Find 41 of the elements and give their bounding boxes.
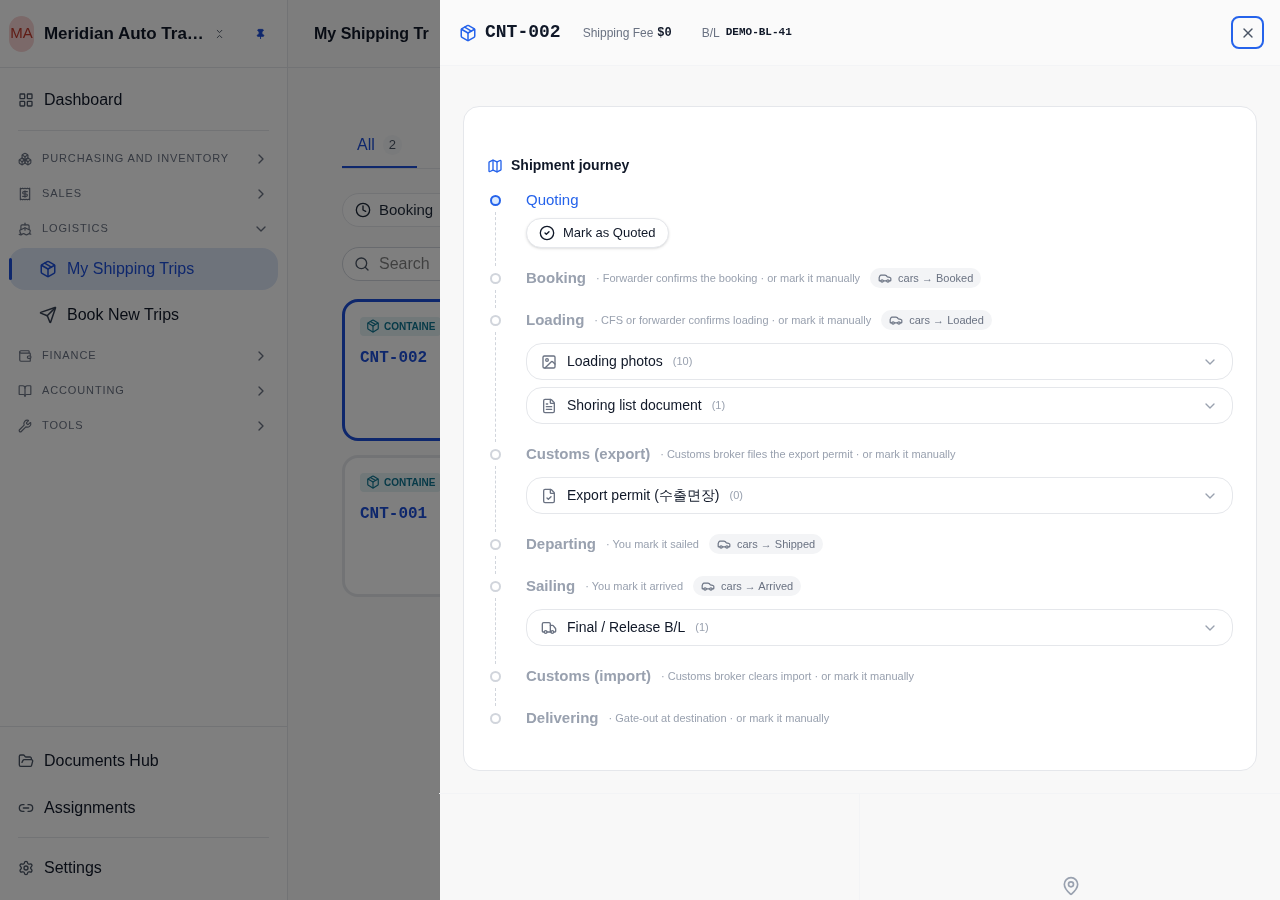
fee-label: Shipping Fee (582, 24, 654, 42)
document-count: (10) (672, 354, 693, 370)
step-note: · Forwarder confirms the booking · or mark it manually (596, 270, 861, 286)
step-name: Sailing (526, 575, 576, 596)
step-name: Delivering (526, 707, 599, 728)
step-name: Departing (526, 533, 596, 554)
page-title: My Shipping Tr (314, 23, 429, 44)
step-name: Quoting (526, 189, 579, 210)
journey-title: Shipment journey (511, 156, 630, 175)
step-name: Customs (import) (526, 665, 651, 686)
step-name: Booking (526, 267, 586, 288)
step-note: · Customs broker clears import · or mark it manually (661, 668, 915, 684)
type-badge: CONTAINE (360, 472, 442, 492)
document-title: Export permit (수출면장) (567, 486, 720, 505)
workspace-name: Meridian Auto Tra… (43, 22, 204, 45)
step-note: · You mark it sailed (606, 536, 699, 552)
step-note: · You mark it arrived (585, 578, 683, 594)
workspace-avatar: MA (9, 15, 34, 52)
document-count: (0) (729, 488, 743, 504)
step-note: · Gate-out at destination · or mark it manually (608, 710, 830, 726)
document-count: (1) (695, 620, 709, 636)
status-tag: cars → Arrived (693, 576, 802, 596)
document-count: (1) (711, 398, 726, 414)
fee-value: $0 (657, 24, 672, 42)
status-tag: cars → Shipped (708, 534, 824, 554)
bl-label: B/L (701, 24, 720, 42)
bl-number: DEMO-BL-41 (725, 25, 792, 41)
document-title: Final / Release B/L (567, 618, 686, 637)
tab-count: 2 (382, 135, 402, 155)
document-title: Loading photos (567, 352, 663, 371)
status-tag: cars → Loaded (881, 310, 992, 330)
trip-code: CNT-001 (360, 504, 428, 525)
step-name: Customs (export) (526, 443, 651, 464)
trip-code: CNT-002 (360, 348, 428, 369)
document-title: Shoring list document (567, 396, 702, 415)
type-badge: CONTAINE (360, 316, 442, 336)
step-name: Loading (526, 309, 585, 330)
status-tag: cars → Booked (870, 268, 982, 288)
trip-code: CNT-002 (485, 21, 561, 44)
step-note: · CFS or forwarder confirms loading · or mark it manually (594, 312, 872, 328)
step-note: · Customs broker files the export permit · or mark it manually (660, 446, 956, 462)
